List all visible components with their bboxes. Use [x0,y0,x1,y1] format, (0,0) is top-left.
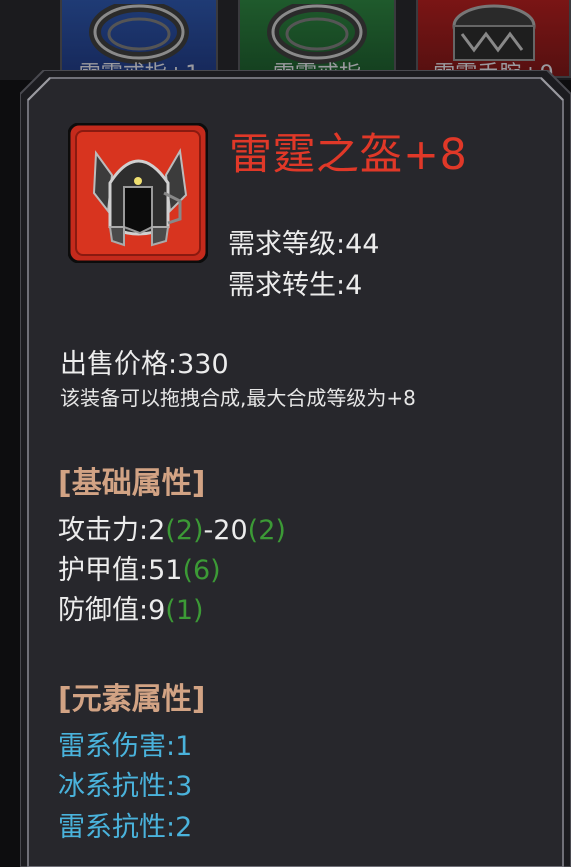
inventory-slot[interactable]: 雷霆手腕+9 [416,0,571,78]
defense-stat: 防御值:9(1) [58,595,204,626]
item-title: 雷霆之盔+8 [229,130,468,180]
inventory-slot[interactable]: 雷霆戒指 [238,0,396,78]
element-attributes-header: [元素属性] [58,682,206,717]
base-attributes-header: [基础属性] [58,466,206,501]
required-rebirth: 需求转生:4 [228,270,363,301]
required-level: 需求等级:44 [228,229,380,260]
item-tooltip: 雷霆之盔+8 需求等级:44 需求转生:4 出售价格:330 该装备可以拖拽合成… [20,70,571,867]
helmet-icon [68,123,208,263]
element-stat: 雷系伤害:1 [58,731,193,762]
inventory-strip: 雷霆戒指+1 雷霆戒指 雷霆手腕+9 [0,0,571,80]
element-stat: 雷系抗性:2 [58,812,193,843]
inventory-slot[interactable]: 雷霆戒指+1 [60,0,218,78]
element-stat: 冰系抗性:3 [58,771,193,802]
attack-stat: 攻击力:2(2)-20(2) [58,515,286,546]
sell-price: 出售价格:330 [60,349,229,380]
merge-note: 该装备可以拖拽合成,最大合成等级为+8 [60,386,416,410]
armor-stat: 护甲值:51(6) [58,555,221,586]
